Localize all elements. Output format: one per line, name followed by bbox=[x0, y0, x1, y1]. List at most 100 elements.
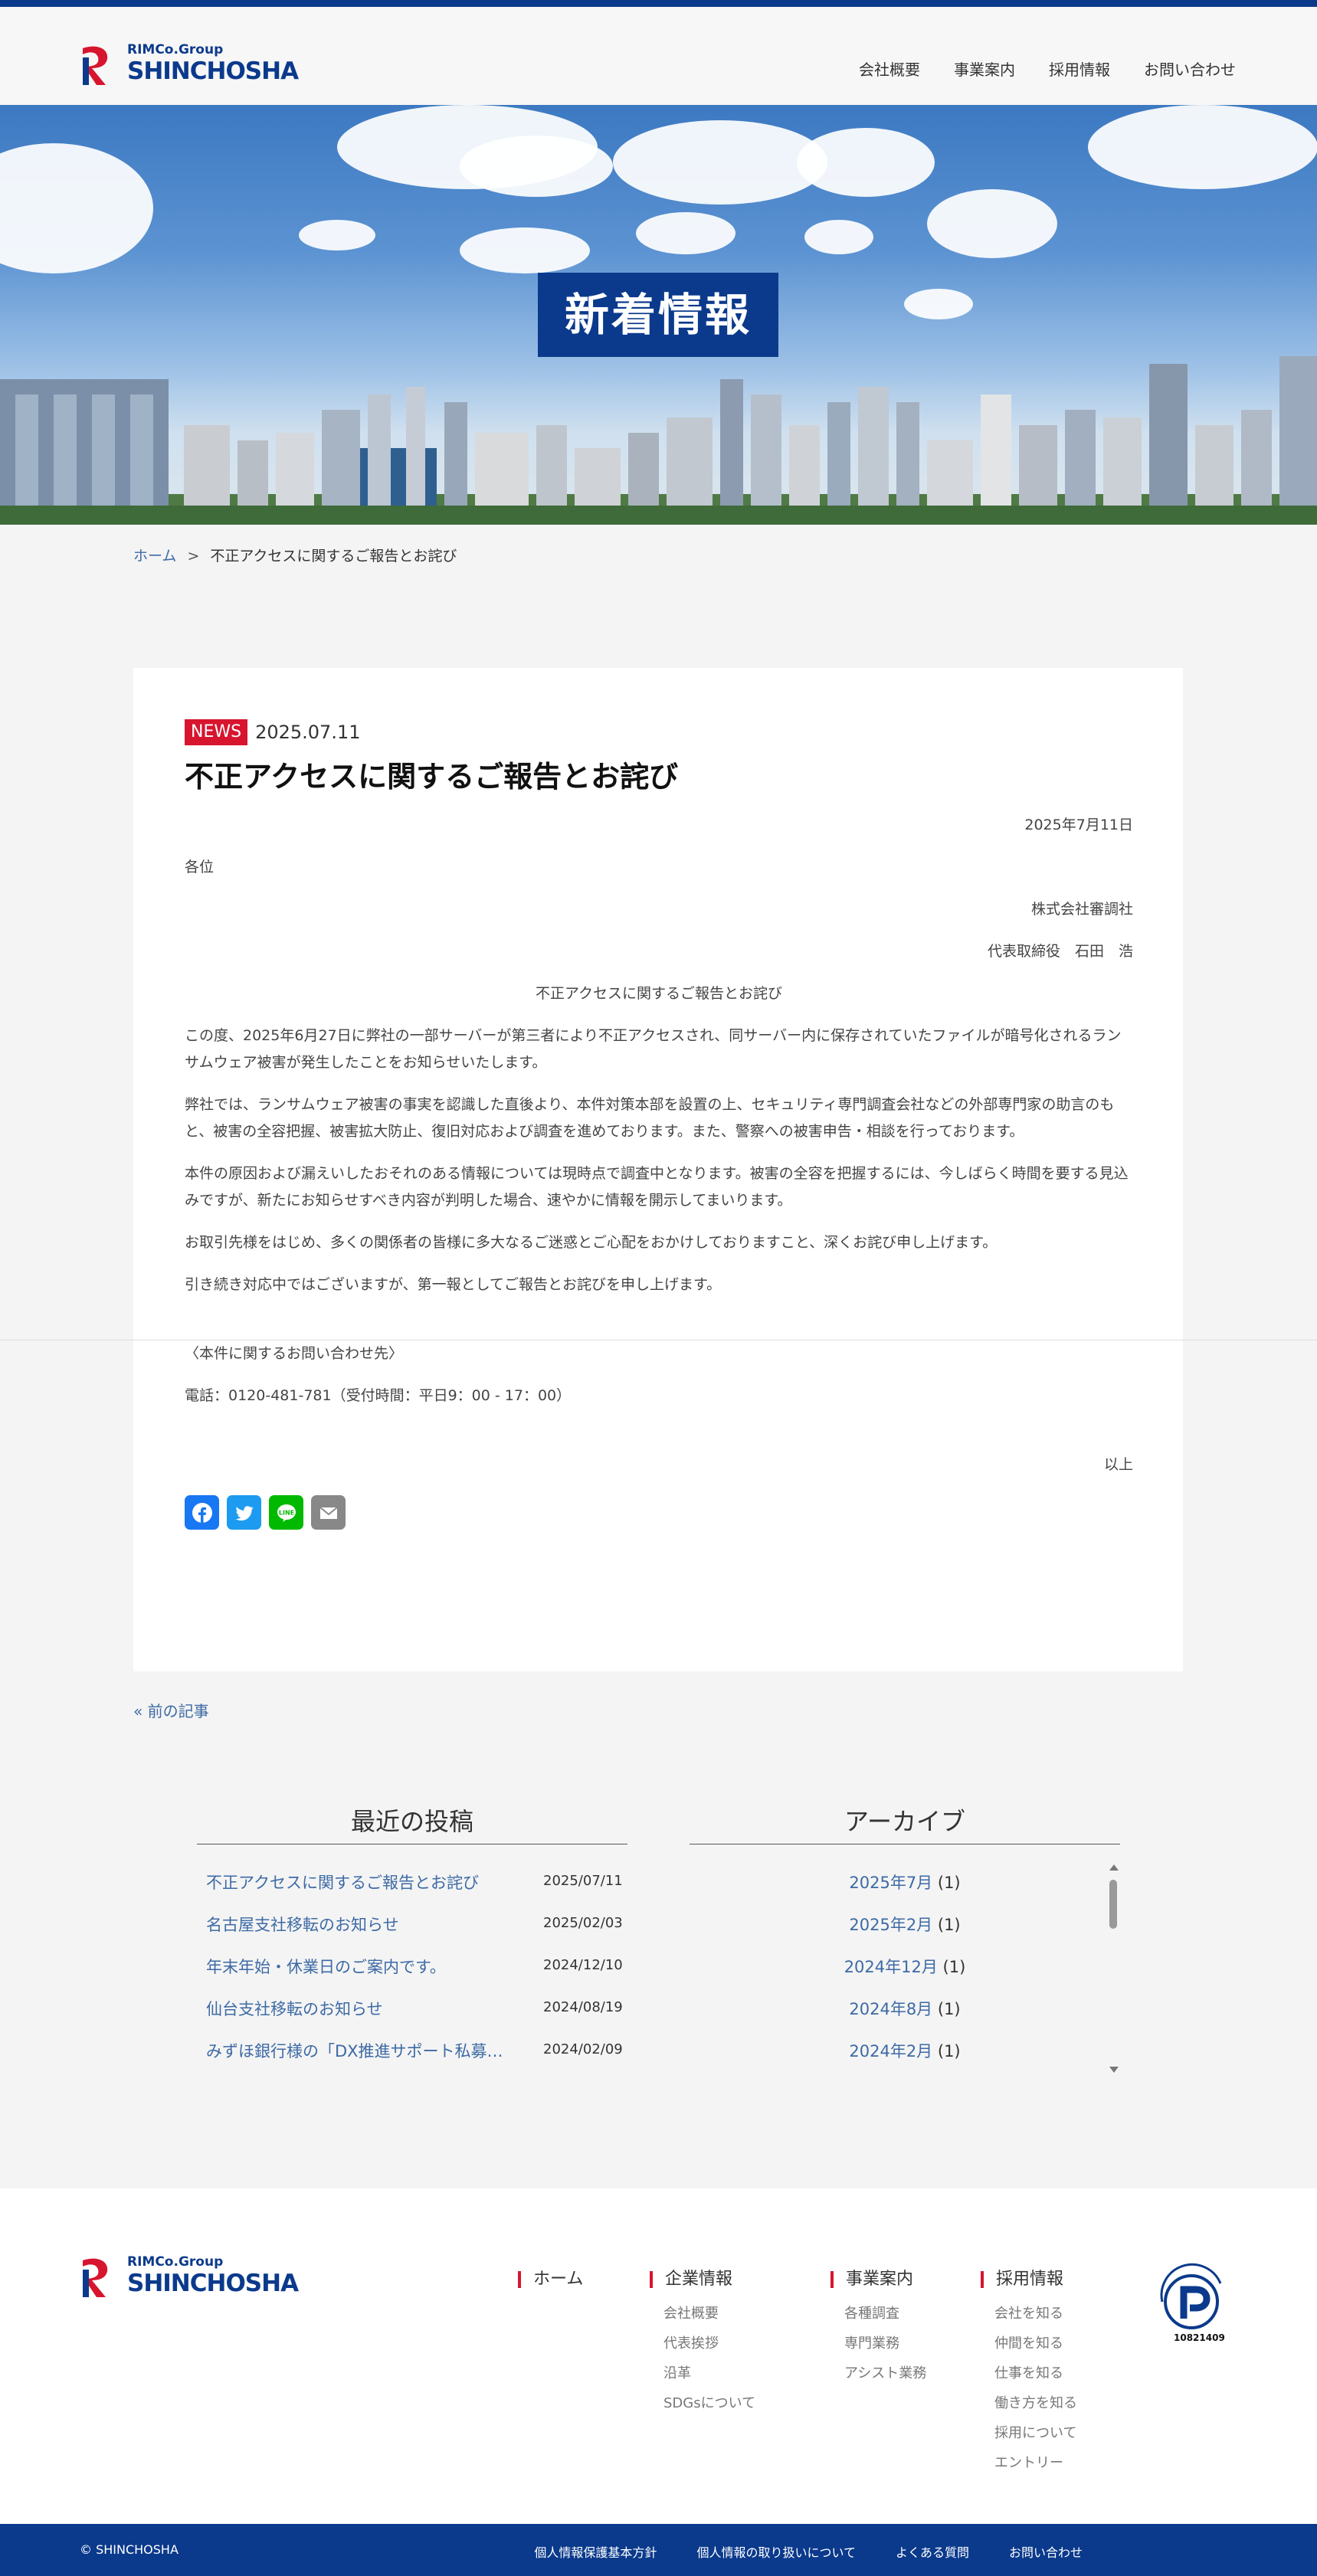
recent-post-link[interactable]: 年末年始・休業日のご案内です。 bbox=[206, 1955, 513, 1978]
twitter-icon bbox=[235, 1505, 254, 1520]
recent-post-link[interactable]: みずほ銀行様の「DX推進サポート私募… bbox=[206, 2039, 513, 2062]
bottom-links: 個人情報保護基本方針 個人情報の取り扱いについて よくある質問 お問い合わせ bbox=[534, 2542, 1083, 2561]
list-item: 仙台支社移転のお知らせ 2024/08/19 bbox=[197, 1985, 627, 2027]
archive-list: 2025年7月 (1) 2025年2月 (1) 2024年12月 (1) 202… bbox=[690, 1858, 1120, 2069]
twitter-share-button[interactable] bbox=[227, 1495, 261, 1530]
hero-title: 新着情報 bbox=[538, 273, 778, 357]
breadcrumb-current: 不正アクセスに関するご報告とお詫び bbox=[210, 548, 457, 565]
company-name: 株式会社審調社 bbox=[1030, 901, 1133, 918]
privacy-mark-icon bbox=[1160, 2263, 1222, 2342]
privacy-mark-number: 10821409 bbox=[1174, 2332, 1225, 2343]
recent-post-link[interactable]: 名古屋支社移転のお知らせ bbox=[206, 1913, 513, 1936]
recent-post-link[interactable]: 不正アクセスに関するご報告とお詫び bbox=[206, 1871, 513, 1894]
archive-month-link[interactable]: 2025年7月 bbox=[849, 1874, 932, 1892]
article-body: 2025年7月11日 各位 株式会社審調社 代表取締役 石田 浩 不正アクセスに… bbox=[185, 812, 1133, 1478]
footer-column-heading[interactable]: 事業案内 bbox=[830, 2271, 926, 2288]
footer-link[interactable]: 仲間を知る bbox=[994, 2329, 1077, 2358]
footer-link[interactable]: SDGsについて bbox=[663, 2388, 755, 2418]
footer-link[interactable]: 専門業務 bbox=[844, 2329, 926, 2358]
footer-link[interactable]: 沿革 bbox=[663, 2358, 755, 2388]
footer-home-link[interactable]: ホーム bbox=[518, 2271, 583, 2288]
closing-text: 以上 bbox=[1103, 1456, 1133, 1473]
footer-column-heading[interactable]: 企業情報 bbox=[650, 2271, 755, 2288]
faq-link[interactable]: よくある質問 bbox=[896, 2542, 969, 2561]
paragraph: この度、2025年6月27日に弊社の一部サーバーが第三者により不正アクセスされ、… bbox=[185, 1027, 1122, 1071]
paragraph: 本件の原因および漏えいしたおそれのある情報については現時点で調査中となります。被… bbox=[185, 1165, 1129, 1209]
recent-posts-widget: 最近の投稿 不正アクセスに関するご報告とお詫び 2025/07/11 名古屋支社移… bbox=[197, 1804, 627, 2069]
nav-company[interactable]: 会社概要 bbox=[859, 57, 920, 80]
list-item: 2025年2月 (1) bbox=[690, 1900, 1120, 1943]
nav-recruit[interactable]: 採用情報 bbox=[1049, 57, 1110, 80]
bottom-bar: © SHINCHOSHA 個人情報保護基本方針 個人情報の取り扱いについて よく… bbox=[0, 2524, 1317, 2576]
recent-post-date: 2024/08/19 bbox=[543, 1999, 623, 2015]
email-icon bbox=[319, 1506, 338, 1519]
archive-month-link[interactable]: 2024年8月 bbox=[849, 2000, 932, 2018]
footer-column-heading[interactable]: 採用情報 bbox=[981, 2271, 1077, 2288]
cloud bbox=[299, 220, 375, 250]
footer-link[interactable]: アシスト業務 bbox=[844, 2358, 926, 2388]
svg-text:LINE: LINE bbox=[278, 1509, 293, 1516]
cloud bbox=[460, 136, 613, 197]
recent-posts-list: 不正アクセスに関するご報告とお詫び 2025/07/11 名古屋支社移転のお知らせ… bbox=[197, 1858, 627, 2069]
recent-post-date: 2024/02/09 bbox=[543, 2041, 623, 2057]
nav-contact[interactable]: お問い合わせ bbox=[1144, 57, 1236, 80]
archive-month-link[interactable]: 2025年2月 bbox=[849, 1916, 932, 1934]
cloud bbox=[804, 220, 873, 254]
city-skyline-image bbox=[0, 356, 1317, 525]
cloud bbox=[927, 189, 1057, 258]
cloud bbox=[0, 143, 153, 273]
footer-link[interactable]: 会社概要 bbox=[663, 2299, 755, 2329]
document-subject: 不正アクセスに関するご報告とお詫び bbox=[535, 985, 783, 1002]
previous-article-link[interactable]: « 前の記事 bbox=[133, 1699, 209, 1721]
paragraph: お取引先様をはじめ、多くの関係者の皆様に多大なるご迷惑とご心配をおかけしておりま… bbox=[185, 1234, 998, 1251]
site-logo[interactable]: RIMCo.Group SHINCHOSHA bbox=[80, 42, 325, 88]
list-item: 2024年8月 (1) bbox=[690, 1985, 1120, 2027]
footer-link[interactable]: 代表挨拶 bbox=[663, 2329, 755, 2358]
archive-month-link[interactable]: 2024年2月 bbox=[849, 2042, 932, 2060]
email-share-button[interactable] bbox=[311, 1495, 346, 1530]
addressee: 各位 bbox=[185, 859, 215, 876]
archive-scrollbar[interactable] bbox=[1106, 1858, 1120, 2073]
nav-business[interactable]: 事業案内 bbox=[954, 57, 1015, 80]
cloud bbox=[1088, 105, 1317, 189]
recent-post-link[interactable]: 仙台支社移転のお知らせ bbox=[206, 1997, 513, 2020]
breadcrumb-home[interactable]: ホーム bbox=[133, 548, 176, 565]
personal-info-link[interactable]: 個人情報の取り扱いについて bbox=[696, 2542, 856, 2561]
list-item: みずほ銀行様の「DX推進サポート私募… 2024/02/09 bbox=[197, 2027, 627, 2069]
list-item: 年末年始・休業日のご案内です。 2024/12/10 bbox=[197, 1943, 627, 1985]
footer-link[interactable]: 採用について bbox=[994, 2418, 1077, 2448]
recent-post-date: 2025/07/11 bbox=[543, 1873, 623, 1889]
footer-link[interactable]: エントリー bbox=[994, 2448, 1077, 2478]
scroll-down-arrow-icon[interactable] bbox=[1109, 2067, 1119, 2073]
archive-count: (1) bbox=[937, 1916, 961, 1934]
archive-count: (1) bbox=[937, 2042, 961, 2060]
line-share-button[interactable]: LINE bbox=[269, 1495, 303, 1530]
logo-group-text: RIMCo.Group bbox=[127, 2254, 224, 2270]
contact-heading: 〈本件に関するお問い合わせ先〉 bbox=[185, 1345, 404, 1362]
footer-logo[interactable]: RIMCo.Group SHINCHOSHA bbox=[80, 2254, 325, 2300]
paragraph: 引き続き対応中ではございますが、第一報としてご報告とお詫びを申し上げます。 bbox=[185, 1276, 722, 1293]
contact-phone: 電話：0120-481-781（受付時間：平日9：00 - 17：00） bbox=[185, 1387, 572, 1404]
archive-month-link[interactable]: 2024年12月 bbox=[844, 1958, 938, 1976]
facebook-share-button[interactable] bbox=[185, 1495, 219, 1530]
footer-link[interactable]: 各種調査 bbox=[844, 2299, 926, 2329]
list-item: 不正アクセスに関するご報告とお詫び 2025/07/11 bbox=[197, 1858, 627, 1900]
scrollbar-thumb[interactable] bbox=[1109, 1880, 1117, 1929]
top-accent-bar bbox=[0, 0, 1317, 7]
archive-heading: アーカイブ bbox=[844, 1807, 966, 1836]
share-buttons: LINE bbox=[185, 1495, 1133, 1530]
list-item: 2025年7月 (1) bbox=[690, 1858, 1120, 1900]
copyright: © SHINCHOSHA bbox=[80, 2542, 179, 2557]
footer-link[interactable]: 仕事を知る bbox=[994, 2358, 1077, 2388]
scroll-up-arrow-icon[interactable] bbox=[1109, 1864, 1119, 1871]
archive-count: (1) bbox=[937, 1874, 961, 1892]
footer-link[interactable]: 会社を知る bbox=[994, 2299, 1077, 2329]
representative: 代表取締役 石田 浩 bbox=[987, 943, 1133, 960]
news-badge: NEWS bbox=[185, 719, 248, 745]
logo-name-text: SHINCHOSHA bbox=[127, 57, 299, 85]
contact-link[interactable]: お問い合わせ bbox=[1009, 2542, 1083, 2561]
footer-link[interactable]: 働き方を知る bbox=[994, 2388, 1077, 2418]
archive-scroll-box[interactable]: 2025年7月 (1) 2025年2月 (1) 2024年12月 (1) 202… bbox=[690, 1858, 1120, 2077]
cloud bbox=[636, 212, 735, 254]
privacy-policy-link[interactable]: 個人情報保護基本方針 bbox=[534, 2542, 657, 2561]
